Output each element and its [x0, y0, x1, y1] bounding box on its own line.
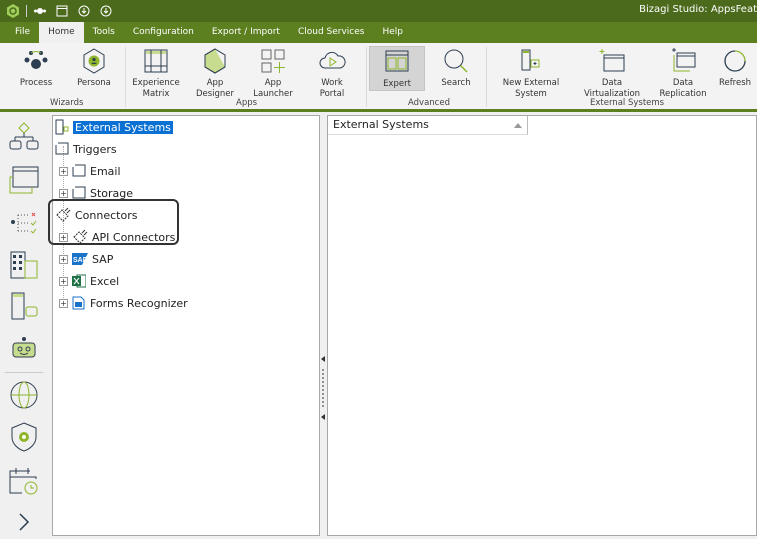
highlight-box	[48, 199, 179, 245]
process-modeling-icon[interactable]	[8, 121, 40, 153]
app-launcher-button[interactable]: App Launcher	[246, 47, 300, 100]
external-systems-list: External Systems	[327, 115, 757, 536]
expand-icon[interactable]: +	[59, 188, 68, 198]
experience-matrix-button[interactable]: Experience Matrix	[132, 47, 180, 100]
process-icon	[24, 51, 48, 69]
calendar-clock-icon[interactable]	[8, 465, 40, 497]
group-apps: Apps	[236, 98, 258, 108]
forms-icon[interactable]	[8, 165, 40, 197]
tree-node-email[interactable]: + Email	[59, 162, 121, 180]
expand-icon[interactable]: +	[59, 254, 68, 264]
globe-icon[interactable]	[8, 379, 40, 411]
external-system-icon	[55, 119, 69, 135]
process-button[interactable]: Process	[16, 47, 56, 89]
divider	[5, 372, 43, 373]
divider	[366, 47, 367, 107]
data-replication-button[interactable]: Data Replication	[651, 47, 715, 100]
tab-tools[interactable]: Tools	[84, 22, 124, 43]
business-rules-icon[interactable]	[8, 207, 40, 239]
divider	[486, 47, 487, 107]
tree-node-forms-recognizer[interactable]: + Forms Recognizer	[59, 294, 188, 312]
group-wizards: Wizards	[50, 98, 84, 108]
refresh-button[interactable]: Refresh	[718, 47, 752, 89]
window-title: Bizagi Studio: AppsFeat	[639, 4, 757, 15]
expand-icon[interactable]: +	[59, 276, 68, 286]
search-icon	[444, 49, 468, 73]
expert-view-icon	[385, 50, 409, 72]
data-virtualization-button[interactable]: Data Virtualization	[576, 47, 648, 100]
refresh-icon	[724, 50, 746, 72]
window-quick-icon[interactable]	[53, 2, 71, 20]
cloud-play-icon	[319, 51, 346, 69]
process-quick-icon[interactable]	[31, 2, 49, 20]
tab-home[interactable]: Home	[39, 22, 84, 43]
divider	[26, 5, 27, 17]
app-designer-button[interactable]: App Designer	[188, 47, 242, 100]
download-icon[interactable]	[75, 2, 93, 20]
tree-node-triggers[interactable]: Triggers	[55, 140, 117, 158]
upload-icon[interactable]	[97, 2, 115, 20]
tab-file[interactable]: File	[6, 22, 39, 43]
sap-logo-icon: SAP	[72, 253, 88, 265]
forms-recognizer-icon	[72, 296, 85, 310]
data-replication-icon	[672, 48, 696, 72]
work-portal-button[interactable]: Work Portal	[308, 47, 356, 100]
security-icon[interactable]	[8, 421, 40, 453]
tab-help[interactable]: Help	[373, 22, 412, 43]
expand-chevron-icon[interactable]	[8, 511, 40, 533]
module-sidebar	[0, 115, 48, 536]
svg-text:SAP: SAP	[73, 257, 88, 264]
bizagi-logo-icon	[4, 2, 22, 20]
group-external-systems: External Systems	[590, 98, 665, 108]
data-virtualization-icon	[599, 49, 625, 72]
scroll-icon	[55, 142, 69, 155]
organization-icon[interactable]	[8, 249, 40, 281]
sort-arrow-icon	[514, 123, 522, 128]
divider	[125, 47, 126, 107]
column-header-external-systems[interactable]: External Systems	[328, 116, 528, 135]
ribbon: Process Persona Wizards Experience Matrix…	[0, 43, 757, 112]
panel-splitter[interactable]	[320, 115, 327, 536]
tab-cloud-services[interactable]: Cloud Services	[289, 22, 374, 43]
expand-icon[interactable]: +	[59, 298, 68, 308]
new-external-system-icon	[521, 49, 540, 71]
tab-export-import[interactable]: Export / Import	[203, 22, 289, 43]
search-button[interactable]: Search	[434, 47, 478, 89]
group-advanced: Advanced	[408, 98, 450, 108]
matrix-icon	[144, 49, 168, 73]
scroll-icon	[72, 164, 86, 177]
splitter-grip-icon	[321, 356, 325, 420]
external-systems-tree: External Systems Triggers + Email + Stor…	[52, 115, 320, 536]
ribbon-tabs: File Home Tools Configuration Export / I…	[0, 22, 757, 43]
new-external-system-button[interactable]: New External System	[490, 47, 572, 100]
app-launcher-icon	[261, 49, 285, 73]
persona-button[interactable]: Persona	[74, 47, 114, 89]
tree-node-external-systems[interactable]: External Systems	[55, 118, 173, 136]
expand-icon[interactable]: +	[59, 166, 68, 176]
app-designer-icon	[204, 48, 226, 74]
expert-button[interactable]: Expert	[369, 46, 425, 91]
robot-icon[interactable]	[8, 333, 40, 365]
excel-icon	[72, 274, 86, 288]
tab-configuration[interactable]: Configuration	[124, 22, 203, 43]
tree-node-sap[interactable]: + SAP SAP	[59, 250, 113, 268]
external-systems-icon[interactable]	[8, 291, 40, 323]
persona-icon	[83, 48, 105, 74]
title-bar: Bizagi Studio: AppsFeat	[0, 0, 757, 22]
tree-node-excel[interactable]: + Excel	[59, 272, 119, 290]
